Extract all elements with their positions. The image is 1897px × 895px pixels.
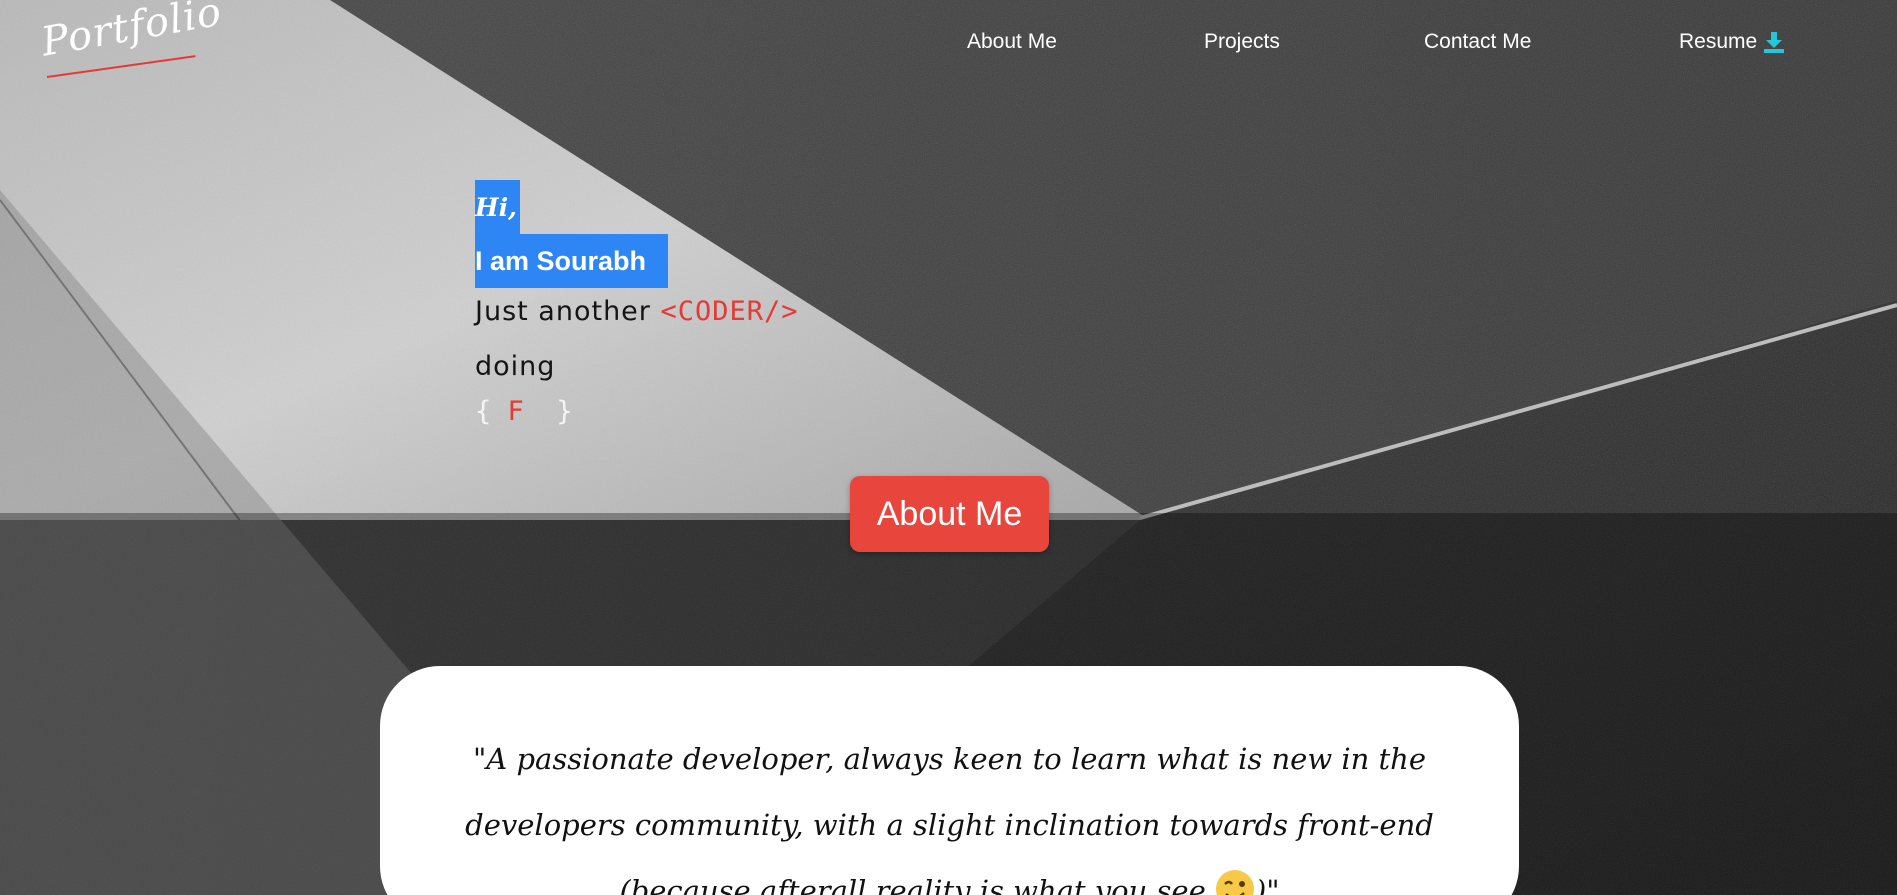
navbar: Portfolio About Me Projects Contact Me R…: [0, 0, 1897, 90]
winking-face-icon: [1215, 866, 1255, 895]
portfolio-page: Portfolio About Me Projects Contact Me R…: [0, 0, 1897, 895]
nav-link-projects[interactable]: Projects: [1204, 30, 1280, 54]
tagline-prefix: Just another: [475, 296, 661, 327]
tagline: Just another <CODER/>: [475, 296, 799, 327]
download-icon: [1763, 31, 1785, 53]
brace-close: }: [523, 396, 573, 427]
logo[interactable]: Portfolio: [38, 0, 225, 94]
brace-open: {: [475, 396, 508, 427]
tagline-highlight: <CODER/>: [660, 296, 799, 327]
name-text: I am Sourabh: [475, 234, 668, 288]
about-me-button[interactable]: About Me: [850, 476, 1049, 552]
nav-link-resume-label: Resume: [1679, 30, 1758, 53]
about-quote-card: "A passionate developer, always keen to …: [380, 666, 1519, 895]
doing-text: doing: [475, 351, 556, 382]
nav-link-about[interactable]: About Me: [967, 30, 1057, 54]
typewriter-text: { F }: [475, 396, 573, 427]
typed-word: F: [507, 396, 524, 427]
nav-link-resume[interactable]: Resume: [1679, 30, 1785, 54]
logo-text: Portfolio: [38, 0, 226, 66]
quote-closing: )": [1254, 874, 1280, 895]
quote-text: "A passionate developer, always keen to …: [465, 742, 1434, 895]
nav-link-contact[interactable]: Contact Me: [1424, 30, 1531, 54]
greeting-text: Hi,: [475, 180, 520, 234]
about-quote: "A passionate developer, always keen to …: [420, 726, 1479, 895]
